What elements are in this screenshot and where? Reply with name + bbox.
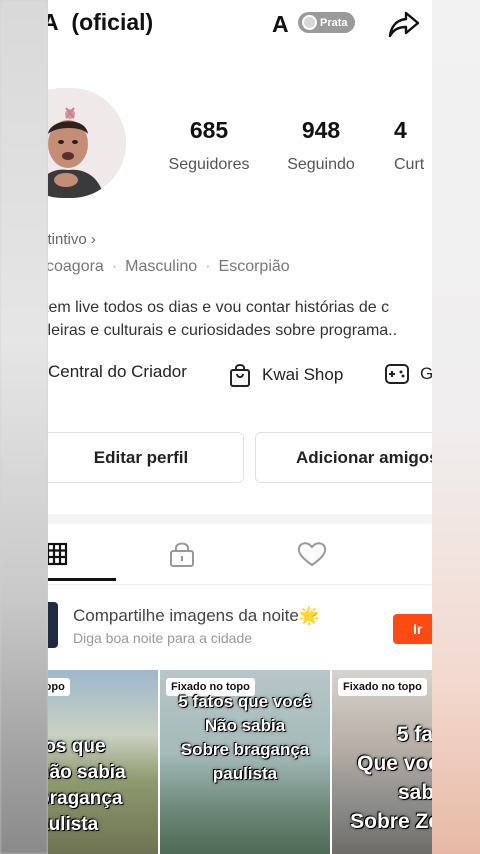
- heart-icon[interactable]: [296, 538, 328, 570]
- video-grid: topo tos que não sabia bragança aulista …: [48, 670, 432, 854]
- content-tabs: [48, 528, 432, 580]
- chevron-right-icon: ›: [90, 231, 96, 248]
- following-count: 948: [301, 117, 341, 143]
- video-caption: tos que não sabia bragança aulista: [48, 736, 126, 835]
- following-stat[interactable]: 948 Seguindo: [276, 117, 366, 174]
- kwai-shop-label: Kwai Shop: [262, 365, 344, 384]
- promo-subtitle: Diga boa noite para a cidade: [73, 630, 253, 646]
- section-divider: [48, 514, 432, 524]
- games-label: G: [420, 364, 432, 383]
- meta-sign: Escorpião: [218, 258, 290, 275]
- letterbox-right: [432, 0, 480, 854]
- medal-icon: [302, 15, 317, 30]
- badge-label: Prata: [320, 16, 348, 29]
- distinctive-link[interactable]: stintivo ›: [48, 231, 96, 248]
- meta-gender: Masculino: [125, 258, 198, 275]
- level-initial: A: [272, 11, 289, 37]
- video-thumbnail[interactable]: Fixado no topo 5 fatos que você Não sabi…: [160, 670, 330, 854]
- share-icon[interactable]: [386, 6, 422, 42]
- edit-profile-button[interactable]: Editar perfil: [48, 432, 244, 483]
- video-thumbnail[interactable]: Fixado no topo 5 fat Que voc sabi Sobre …: [332, 670, 432, 854]
- kwai-shop-button[interactable]: Kwai Shop: [228, 362, 343, 388]
- video-caption: 5 fat Que voc sabi Sobre Zé: [350, 723, 432, 833]
- likes-label: Curt: [394, 156, 425, 173]
- promo-banner[interactable]: Compartilhe imagens da noite🌟 Diga boa n…: [48, 596, 432, 656]
- profile-bio[interactable]: tem live todos os dias e vou contar hist…: [48, 296, 432, 342]
- letterbox-left: [0, 0, 48, 854]
- active-tab-indicator: [48, 578, 116, 581]
- avatar[interactable]: [48, 88, 126, 198]
- meta-location: coagora: [48, 258, 104, 275]
- pinned-badge: topo: [48, 678, 70, 696]
- add-friends-button[interactable]: Adicionar amigos: [255, 432, 432, 483]
- promo-thumbnail: [48, 602, 58, 648]
- creator-center-label: Central do Criador: [48, 362, 187, 381]
- followers-label: Seguidores: [168, 156, 250, 173]
- promo-go-button[interactable]: Ir: [393, 614, 432, 644]
- lock-icon[interactable]: [166, 538, 198, 570]
- following-label: Seguindo: [287, 156, 355, 173]
- video-thumbnail[interactable]: topo tos que não sabia bragança aulista: [48, 670, 158, 854]
- creator-center-button[interactable]: Central do Criador: [48, 362, 187, 382]
- profile-name: A (oficial): [48, 9, 154, 35]
- creator-tools: Central do Criador Kwai Shop G: [48, 362, 432, 394]
- grid-icon[interactable]: [48, 538, 74, 570]
- gamepad-icon: [385, 364, 409, 384]
- level-badge[interactable]: Prata: [298, 12, 355, 33]
- games-button[interactable]: G: [384, 362, 432, 386]
- followers-count: 685: [189, 117, 229, 143]
- profile-screen: A (oficial) A Prata 685 Seguidores 948 S…: [48, 0, 432, 854]
- followers-stat[interactable]: 685 Seguidores: [164, 117, 254, 174]
- pinned-badge: Fixado no topo: [338, 678, 427, 696]
- profile-meta: coagora · Masculino · Escorpião: [48, 258, 290, 275]
- promo-title: Compartilhe imagens da noite🌟: [73, 606, 321, 625]
- likes-stat[interactable]: 4 Curt: [394, 117, 432, 174]
- tabs-border: [48, 584, 432, 585]
- top-bar: A (oficial) A Prata: [48, 0, 432, 48]
- likes-count: 4: [394, 117, 407, 143]
- shopping-bag-icon: [230, 364, 250, 387]
- video-caption: 5 fatos que você Não sabia Sobre braganç…: [178, 692, 312, 783]
